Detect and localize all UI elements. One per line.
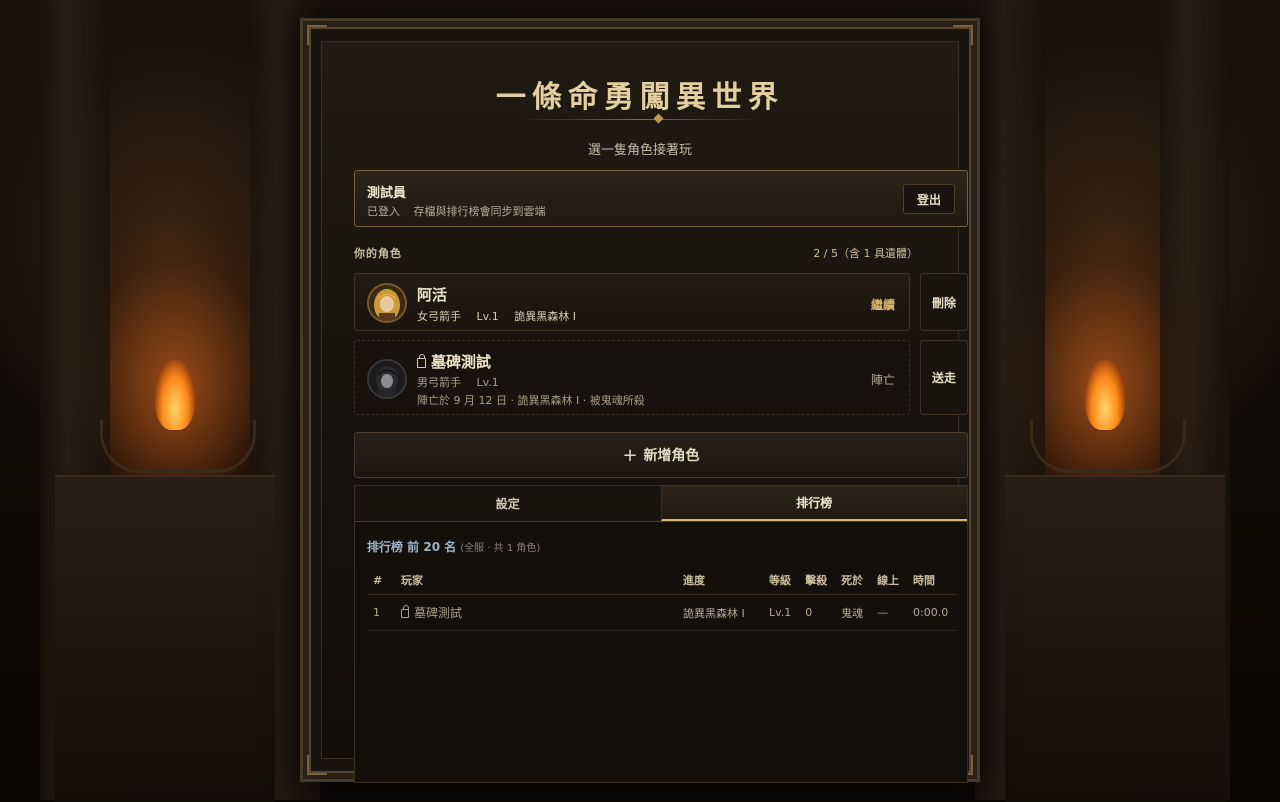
fallen-status: 陣亡 xyxy=(870,373,895,387)
continue-button[interactable]: 繼續 xyxy=(871,296,895,313)
left-brazier xyxy=(100,420,256,473)
column-header: 玩家 xyxy=(395,566,677,595)
right-pedestal xyxy=(1005,475,1225,802)
table-header-row: # 玩家 進度 等級 擊殺 死於 線上 時間 xyxy=(367,566,957,595)
leaderboard-title: 排行榜 前 20 名 (全服 · 共 1 角色) xyxy=(367,538,540,555)
sync-note: 存檔與排行榜會同步到雲端 xyxy=(413,205,546,218)
delete-button[interactable]: 刪除 xyxy=(920,273,968,331)
character-location: 詭異黑森林 I xyxy=(514,310,577,323)
fallen-character-name: 墓碑測試 xyxy=(431,353,492,371)
character-meta: 女弓箭手 Lv.1 詭異黑森林 I xyxy=(417,308,576,324)
column-header: 線上 xyxy=(871,566,908,595)
level-cell: Lv.1 xyxy=(763,594,800,631)
female-archer-portrait xyxy=(367,283,407,323)
login-status: 已登入 xyxy=(367,205,400,218)
column-header: 時間 xyxy=(907,566,957,595)
column-header: # xyxy=(367,566,395,595)
leaderboard-heading: 排行榜 前 20 名 xyxy=(367,540,457,554)
new-character-button[interactable]: + 新增角色 xyxy=(354,432,968,478)
characters-heading: 你的角色 xyxy=(354,247,402,260)
online-cell: — xyxy=(871,594,908,631)
left-pedestal xyxy=(55,475,275,802)
game-title: 一條命勇闖異世界 xyxy=(496,80,784,115)
leaderboard-panel: 排行榜 前 20 名 (全服 · 共 1 角色) # 玩家 進度 等級 擊殺 死於… xyxy=(354,521,968,783)
title-divider xyxy=(522,119,758,120)
player-name: 墓碑測試 xyxy=(414,606,463,620)
tab-bar: 設定 排行榜 xyxy=(354,485,968,521)
character-name: 阿活 xyxy=(417,286,448,304)
killed-by-cell: 鬼魂 xyxy=(835,594,872,631)
male-archer-portrait xyxy=(367,359,407,399)
tab-leaderboard[interactable]: 排行榜 xyxy=(660,486,967,521)
account-status: 已登入 存檔與排行榜會同步到雲端 xyxy=(367,203,546,219)
characters-count: 2 / 5（含 1 具遺體） xyxy=(813,247,918,260)
send-off-button[interactable]: 送走 xyxy=(920,340,968,415)
column-header: 死於 xyxy=(835,566,872,595)
death-note: 陣亡於 9 月 12 日 · 詭異黑森林 I · 被鬼魂所殺 xyxy=(417,394,645,407)
rank-cell: 1 xyxy=(367,594,395,631)
character-class: 女弓箭手 xyxy=(417,310,461,323)
character-name: 墓碑測試 xyxy=(417,351,491,372)
character-meta: 男弓箭手 Lv.1 xyxy=(417,374,499,390)
player-cell: 墓碑測試 xyxy=(395,594,677,631)
kills-cell: 0 xyxy=(799,594,836,631)
time-cell: 0:00.0 xyxy=(907,594,957,631)
character-card[interactable]: 阿活 女弓箭手 Lv.1 詭異黑森林 I 繼續 xyxy=(354,273,910,331)
plus-icon: + xyxy=(622,444,638,466)
character-level: Lv.1 xyxy=(476,310,499,323)
lock-icon xyxy=(401,605,409,618)
right-brazier xyxy=(1030,420,1186,473)
tab-settings[interactable]: 設定 xyxy=(355,486,661,521)
new-character-label: 新增角色 xyxy=(643,448,700,464)
account-box: 測試員 已登入 存檔與排行榜會同步到雲端 登出 xyxy=(354,170,968,227)
account-name: 測試員 xyxy=(367,186,407,201)
panel-inner: 一條命勇闖異世界 選一隻角色接著玩 測試員 已登入 存檔與排行榜會同步到雲端 登… xyxy=(321,41,968,783)
column-header: 擊殺 xyxy=(799,566,836,595)
page-subtitle: 選一隻角色接著玩 xyxy=(587,143,692,158)
character-level: Lv.1 xyxy=(476,376,499,389)
column-header: 等級 xyxy=(763,566,800,595)
leaderboard-table: # 玩家 進度 等級 擊殺 死於 線上 時間 1 墓碑測試 詭異黑森林 I Lv… xyxy=(367,566,957,631)
column-header: 進度 xyxy=(677,566,763,595)
fallen-character-card[interactable]: 墓碑測試 男弓箭手 Lv.1 陣亡於 9 月 12 日 · 詭異黑森林 I · … xyxy=(354,340,910,415)
lock-icon xyxy=(417,354,426,368)
table-row[interactable]: 1 墓碑測試 詭異黑森林 I Lv.1 0 鬼魂 — 0:00.0 xyxy=(367,594,957,631)
leaderboard-subtitle: (全服 · 共 1 角色) xyxy=(460,543,541,554)
character-class: 男弓箭手 xyxy=(417,376,461,389)
character-select-panel: 一條命勇闖異世界 選一隻角色接著玩 測試員 已登入 存檔與排行榜會同步到雲端 登… xyxy=(300,18,980,783)
logout-button[interactable]: 登出 xyxy=(903,184,955,214)
progress-cell: 詭異黑森林 I xyxy=(677,594,763,631)
